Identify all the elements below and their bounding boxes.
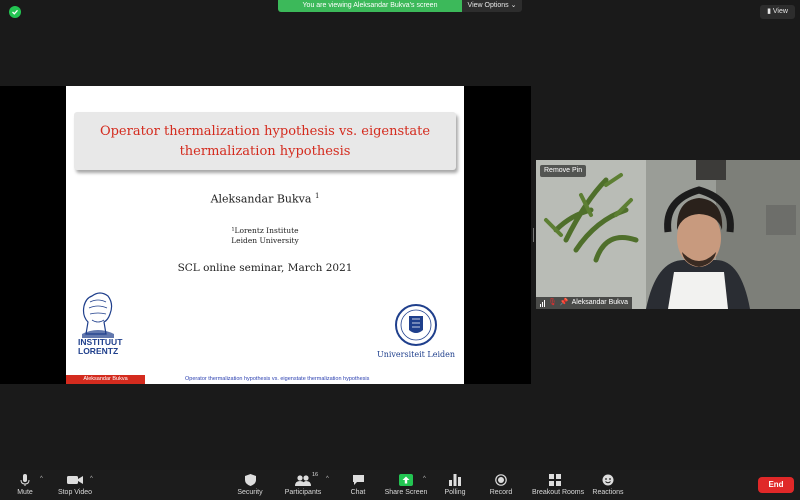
chat-label: Chat: [350, 489, 366, 496]
breakout-rooms-label: Breakout Rooms: [532, 489, 585, 496]
slide-title: Operator thermalization hypothesis vs. e…: [74, 122, 456, 162]
slide-title-line-1: Operator thermalization hypothesis vs. e…: [99, 124, 431, 139]
video-camera-icon: [62, 474, 88, 486]
video-options-caret-icon[interactable]: ^: [90, 476, 93, 482]
lorentz-institute-logo: INSTITUUT LORENTZ: [78, 290, 130, 362]
slide-author: Aleksandar Bukva 1: [66, 192, 464, 206]
security-label: Security: [237, 489, 263, 496]
lorentz-logo-line-2: LORENTZ: [78, 346, 119, 356]
participant-video-feed: [536, 160, 800, 309]
top-bar: You are viewing Aleksandar Bukva's scree…: [0, 0, 800, 24]
slide-author-name: Aleksandar Bukva: [210, 192, 312, 206]
slide-title-box: Operator thermalization hypothesis vs. e…: [74, 112, 456, 170]
remove-pin-button[interactable]: Remove Pin: [540, 165, 587, 177]
record-label: Record: [489, 489, 513, 496]
meeting-toolbar: Mute ^ Stop Video ^ Security Participant…: [0, 470, 800, 500]
slide-footer-title: Operator thermalization hypothesis vs. e…: [185, 376, 370, 382]
leiden-logo-text: Universiteit Leiden: [376, 350, 456, 359]
participant-name: Aleksandar Bukva: [571, 299, 629, 306]
participant-video-tile[interactable]: Remove Pin 🎙 📌 Aleksandar Bukva: [536, 160, 800, 309]
stop-video-label: Stop Video: [57, 489, 93, 496]
lorentz-portrait-icon: [82, 292, 114, 338]
universiteit-leiden-logo: Universiteit Leiden: [376, 302, 456, 364]
share-screen-label: Share Screen: [384, 489, 428, 496]
security-shield-icon[interactable]: [9, 6, 21, 18]
share-options-caret-icon[interactable]: ^: [423, 476, 426, 482]
splitter-handle[interactable]: [532, 228, 535, 242]
share-screen-icon: [393, 474, 419, 486]
audio-options-caret-icon[interactable]: ^: [40, 476, 43, 482]
end-meeting-button[interactable]: End: [758, 477, 794, 493]
participant-name-tag: 🎙 📌 Aleksandar Bukva: [536, 297, 633, 309]
reactions-smiley-icon: [595, 474, 621, 486]
view-options-button[interactable]: View Options ⌄: [462, 0, 522, 12]
slide-author-sup: 1: [314, 192, 320, 200]
share-screen-button[interactable]: Share Screen: [385, 470, 427, 500]
shared-screen: Operator thermalization hypothesis vs. e…: [0, 86, 531, 384]
microphone-icon: [12, 474, 38, 486]
record-button[interactable]: Record: [488, 470, 514, 500]
slide-footer: Aleksandar Bukva Operator thermalization…: [66, 375, 464, 384]
participants-label: Participants: [284, 489, 322, 496]
view-button[interactable]: ▮ View: [760, 5, 795, 19]
viewing-screen-banner: You are viewing Aleksandar Bukva's scree…: [278, 0, 462, 12]
affiliation-line-2: Leiden University: [231, 236, 299, 245]
breakout-rooms-button[interactable]: Breakout Rooms: [532, 470, 584, 500]
reactions-label: Reactions: [592, 489, 624, 496]
polling-button[interactable]: Polling: [442, 470, 468, 500]
leiden-seal-icon: [395, 304, 437, 346]
security-shield-toolbar-icon: [237, 474, 263, 486]
participants-count: 16: [312, 472, 319, 478]
muted-mic-icon: 🎙: [548, 299, 557, 306]
chat-bubble-icon: [345, 474, 371, 486]
slide-footer-author: Aleksandar Bukva: [66, 375, 145, 384]
reactions-button[interactable]: Reactions: [592, 470, 624, 500]
participants-options-caret-icon[interactable]: ^: [326, 476, 329, 482]
polling-chart-icon: [442, 474, 468, 486]
affiliation-line-1: ¹Lorentz Institute: [231, 226, 299, 235]
slide-title-line-2: thermalization hypothesis: [179, 144, 351, 159]
mute-label: Mute: [17, 489, 33, 496]
lorentz-logo-text: INSTITUUT LORENTZ: [78, 338, 130, 356]
presentation-slide: Operator thermalization hypothesis vs. e…: [66, 86, 464, 384]
breakout-rooms-icon: [542, 474, 568, 486]
record-icon: [488, 474, 514, 486]
chat-button[interactable]: Chat: [345, 470, 371, 500]
mute-button[interactable]: Mute: [12, 470, 38, 500]
signal-strength-icon: [540, 299, 545, 307]
view-button-label: View: [772, 8, 788, 15]
slide-affiliation: ¹Lorentz Institute Leiden University: [66, 226, 464, 246]
security-button[interactable]: Security: [237, 470, 263, 500]
pin-icon: 📌: [559, 299, 569, 306]
polling-label: Polling: [444, 489, 466, 496]
slide-seminar: SCL online seminar, March 2021: [177, 262, 353, 274]
stop-video-button[interactable]: Stop Video: [58, 470, 92, 500]
